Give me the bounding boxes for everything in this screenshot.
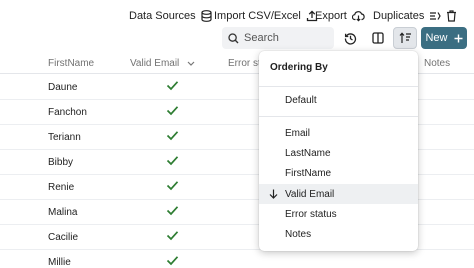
chevron-down-icon — [187, 61, 195, 66]
ordering-menu-title: Ordering By — [270, 62, 328, 73]
merge-icon — [424, 11, 442, 21]
sort-button[interactable] — [393, 27, 417, 49]
top-toolbar: Data Sources Import CSV/Excel Export Dup… — [0, 0, 474, 28]
menu-item-firstname[interactable]: FirstName — [259, 163, 418, 183]
check-icon — [166, 155, 179, 166]
data-sources-button[interactable]: Data Sources — [129, 8, 212, 24]
column-header-firstname[interactable]: FirstName — [48, 58, 94, 69]
cloud-download-icon — [347, 10, 365, 22]
check-icon — [166, 80, 179, 91]
export-label: Export — [315, 10, 347, 22]
check-icon — [166, 180, 179, 191]
columns-button[interactable] — [366, 27, 390, 49]
history-button[interactable] — [338, 27, 362, 49]
database-icon — [196, 10, 212, 22]
import-button[interactable]: Import CSV/Excel — [214, 8, 318, 24]
cell-firstname: Renie — [48, 182, 75, 193]
menu-item-email[interactable]: Email — [259, 123, 418, 143]
cell-firstname: Teriann — [48, 132, 81, 143]
plus-icon — [454, 34, 463, 43]
menu-divider — [259, 116, 418, 117]
search-box[interactable] — [222, 27, 334, 49]
history-icon — [344, 32, 357, 45]
cell-firstname: Millie — [48, 257, 71, 268]
menu-item-label: Notes — [285, 228, 312, 240]
table-row[interactable]: Millie — [0, 250, 474, 268]
column-header-label: Valid Email — [130, 58, 180, 69]
check-icon — [166, 230, 179, 241]
cell-firstname: Cacilie — [48, 232, 79, 243]
search-icon — [228, 32, 239, 44]
cell-firstname: Daune — [48, 82, 78, 93]
export-button[interactable]: Export — [315, 8, 365, 24]
import-label: Import CSV/Excel — [214, 10, 301, 22]
menu-item-valid-email[interactable]: Valid Email — [259, 184, 418, 204]
column-header-label: Notes — [424, 58, 451, 69]
menu-item-lastname[interactable]: LastName — [259, 143, 418, 163]
column-header-label: FirstName — [48, 58, 95, 69]
check-icon — [166, 105, 179, 116]
menu-item-label: LastName — [285, 147, 331, 159]
cell-firstname: Fanchon — [48, 107, 87, 118]
menu-item-label: Default — [285, 94, 317, 106]
menu-item-label: Error status — [285, 208, 337, 220]
menu-item-label: Valid Email — [285, 188, 335, 200]
cell-firstname: Malina — [48, 207, 78, 218]
menu-item-label: Email — [285, 127, 311, 139]
new-button-label: New — [425, 32, 448, 44]
arrow-down-icon — [269, 189, 278, 199]
menu-divider — [259, 86, 418, 87]
menu-item-error-status[interactable]: Error status — [259, 204, 418, 224]
check-icon — [166, 130, 179, 141]
sort-icon — [399, 32, 412, 44]
delete-button[interactable] — [446, 8, 457, 24]
check-icon — [166, 205, 179, 216]
menu-item-label: FirstName — [285, 167, 332, 179]
new-button[interactable]: New — [421, 27, 467, 49]
check-icon — [166, 255, 179, 266]
column-header-notes[interactable]: Notes — [424, 58, 450, 69]
menu-item-default[interactable]: Default — [259, 90, 418, 110]
column-header-valid-email[interactable]: Valid Email — [130, 58, 195, 69]
duplicates-button[interactable]: Duplicates — [373, 8, 442, 24]
search-input[interactable] — [244, 32, 324, 44]
trash-icon — [441, 10, 457, 22]
menu-item-notes[interactable]: Notes — [259, 224, 418, 244]
duplicates-label: Duplicates — [373, 10, 425, 22]
ordering-menu: Ordering By Default Email LastName First… — [259, 51, 418, 251]
data-sources-label: Data Sources — [129, 10, 196, 22]
cell-firstname: Bibby — [48, 157, 74, 168]
columns-icon — [372, 32, 384, 44]
